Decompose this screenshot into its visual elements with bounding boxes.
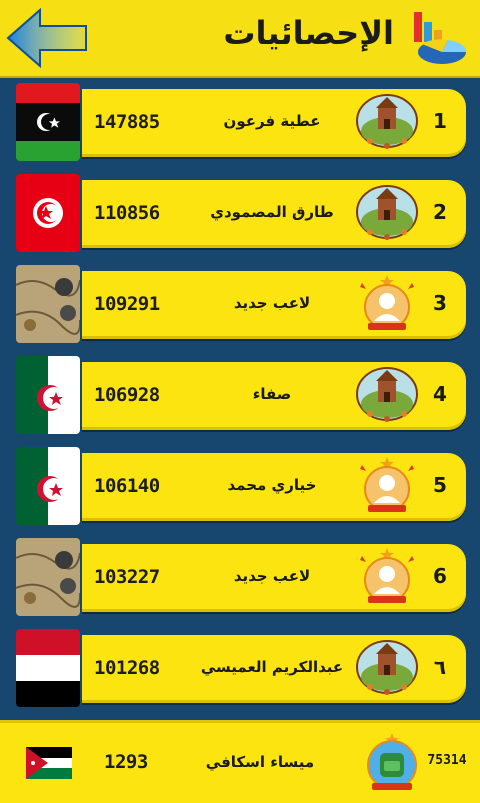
backpack-badge-icon bbox=[360, 731, 424, 795]
player-card: 103227 لاعب جديد 6 bbox=[82, 544, 466, 612]
list-item[interactable]: 101268 عبدالكريم العميسي ٦ bbox=[0, 629, 480, 707]
player-badge-icon bbox=[356, 455, 418, 517]
list-item[interactable]: 103227 لاعب جديد 6 bbox=[0, 538, 480, 616]
algeria-flag-icon bbox=[16, 447, 80, 525]
rank-number: 4 bbox=[433, 382, 447, 406]
current-player-rank: 75314 bbox=[427, 753, 467, 768]
tunisia-flag-icon bbox=[16, 174, 80, 252]
list-item[interactable]: 106140 خياري محمد 5 bbox=[0, 447, 480, 525]
yemen-flag-icon bbox=[16, 629, 80, 707]
rank-number: ٦ bbox=[433, 655, 447, 679]
score-value: 101268 bbox=[94, 657, 160, 679]
rank-number: 5 bbox=[433, 473, 447, 497]
castle-emblem-icon bbox=[356, 637, 418, 699]
player-name: لاعب جديد bbox=[233, 294, 311, 312]
algeria-flag-icon bbox=[16, 356, 80, 434]
current-player-bar: 1293 ميساء اسكافي 75314 bbox=[0, 720, 480, 803]
player-name: عطية فرعون bbox=[223, 112, 321, 130]
score-value: 109291 bbox=[94, 293, 160, 315]
header-bar: الإحصائيات bbox=[0, 0, 480, 78]
castle-emblem-icon bbox=[356, 182, 418, 244]
player-card: 147885 عطية فرعون 1 bbox=[82, 89, 466, 157]
player-card: 101268 عبدالكريم العميسي ٦ bbox=[82, 635, 466, 703]
current-player-name: ميساء اسكافي bbox=[205, 753, 315, 771]
jordan-flag-icon bbox=[26, 747, 72, 779]
player-badge-icon bbox=[356, 273, 418, 335]
rank-number: 6 bbox=[433, 564, 447, 588]
score-value: 106928 bbox=[94, 384, 160, 406]
list-item[interactable]: 106928 صفاء 4 bbox=[0, 356, 480, 434]
list-item[interactable]: 109291 لاعب جديد 3 bbox=[0, 265, 480, 343]
list-item[interactable]: 147885 عطية فرعون 1 bbox=[0, 83, 480, 161]
castle-emblem-icon bbox=[356, 364, 418, 426]
castle-emblem-icon bbox=[356, 91, 418, 153]
player-card: 110856 طارق المصمودي 2 bbox=[82, 180, 466, 248]
player-name: صفاء bbox=[252, 385, 292, 403]
player-badge-icon bbox=[356, 546, 418, 608]
player-card: 106140 خياري محمد 5 bbox=[82, 453, 466, 521]
player-name: خياري محمد bbox=[227, 476, 317, 494]
current-player-score: 1293 bbox=[104, 751, 148, 773]
page-title: الإحصائيات bbox=[223, 14, 394, 52]
player-name: طارق المصمودي bbox=[210, 203, 334, 221]
player-name: عبدالكريم العميسي bbox=[200, 658, 344, 676]
score-value: 103227 bbox=[94, 566, 160, 588]
score-value: 106140 bbox=[94, 475, 160, 497]
score-value: 110856 bbox=[94, 202, 160, 224]
score-value: 147885 bbox=[94, 111, 160, 133]
back-arrow-icon[interactable] bbox=[6, 6, 88, 70]
player-card: 109291 لاعب جديد 3 bbox=[82, 271, 466, 339]
map-flag-icon bbox=[16, 265, 80, 343]
map-flag-icon bbox=[16, 538, 80, 616]
rank-number: 1 bbox=[433, 109, 447, 133]
player-name: لاعب جديد bbox=[233, 567, 311, 585]
rank-number: 3 bbox=[433, 291, 447, 315]
list-item[interactable]: 110856 طارق المصمودي 2 bbox=[0, 174, 480, 252]
rank-number: 2 bbox=[433, 200, 447, 224]
libya-flag-icon bbox=[16, 83, 80, 161]
statistics-chart-icon bbox=[408, 8, 470, 70]
player-card: 106928 صفاء 4 bbox=[82, 362, 466, 430]
